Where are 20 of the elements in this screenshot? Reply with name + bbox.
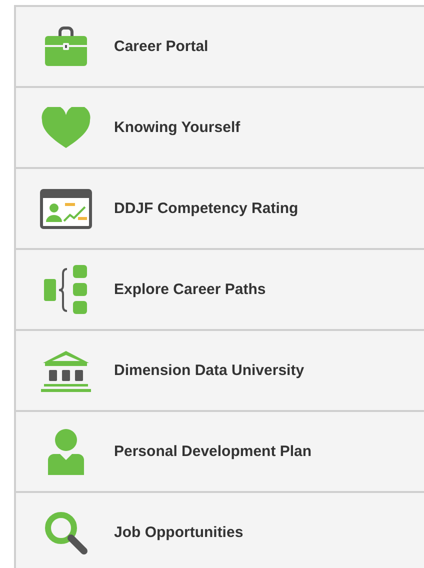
flowchart-icon (43, 264, 89, 314)
menu-item-label: Explore Career Paths (114, 281, 266, 298)
menu-item-label: Career Portal (114, 38, 208, 55)
building-icon (40, 348, 92, 392)
menu-item-label: Job Opportunities (114, 524, 244, 541)
menu-item-label: Knowing Yourself (114, 119, 240, 136)
heart-icon (41, 106, 91, 148)
search-icon (43, 510, 89, 556)
scoreboard-icon (40, 188, 92, 228)
person-icon (47, 428, 85, 476)
menu-item[interactable]: DDJF Competency Rating (16, 169, 424, 250)
menu-item[interactable]: Personal Development Plan (16, 412, 424, 493)
menu-item-label: Dimension Data University (114, 362, 304, 379)
menu-item-label: Personal Development Plan (114, 443, 312, 460)
menu-item[interactable]: Explore Career Paths (16, 250, 424, 331)
menu-item[interactable]: Knowing Yourself (16, 88, 424, 169)
menu-item[interactable]: Dimension Data University (16, 331, 424, 412)
menu-item[interactable]: Career Portal (16, 7, 424, 88)
menu-item-label: DDJF Competency Rating (114, 200, 298, 217)
menu-item[interactable]: Job Opportunities (16, 493, 424, 568)
